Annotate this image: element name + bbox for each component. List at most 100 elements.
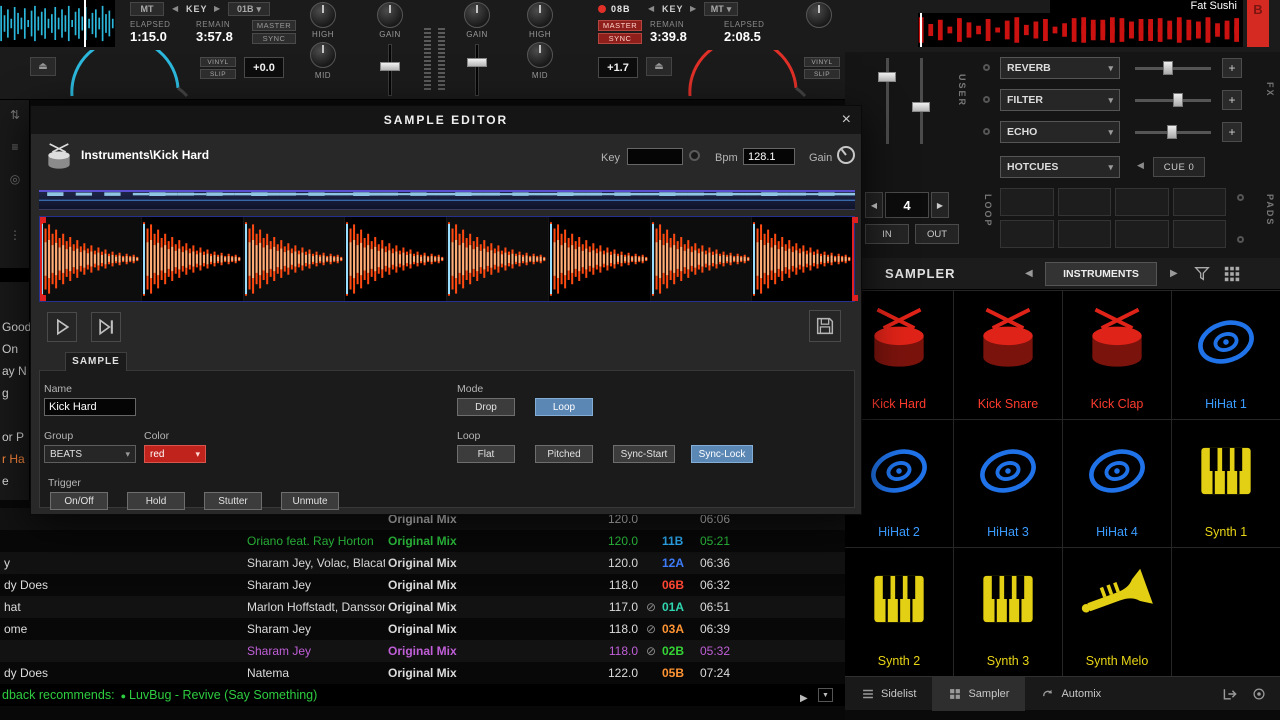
fx-filter-slider[interactable]	[1135, 93, 1211, 107]
fx-filter-add-button[interactable]: +	[1222, 90, 1242, 110]
grid-view-icon[interactable]	[1223, 265, 1241, 283]
play-button[interactable]	[47, 312, 77, 342]
deck-b-vinyl-button[interactable]: VINYL	[804, 57, 840, 67]
mode-loop-button[interactable]: Loop	[535, 398, 593, 416]
deck-a-master-button[interactable]: MASTER	[252, 20, 296, 31]
fx-3-led[interactable]	[983, 128, 990, 135]
fx-slot-echo-select[interactable]: ECHO▾	[1000, 121, 1120, 143]
key-knob[interactable]	[689, 150, 700, 161]
gain-knob-b[interactable]	[464, 2, 490, 28]
sample-pad-kick-clap[interactable]: Kick Clap	[1063, 291, 1171, 419]
sample-pad-hihat-1[interactable]: HiHat 1	[1172, 291, 1280, 419]
track-title-fragment[interactable]: On	[2, 338, 30, 360]
deck-a-pitch-display[interactable]: +0.0	[244, 57, 284, 78]
deck-b-jogwheel[interactable]	[676, 50, 811, 98]
sample-pad-hihat-4[interactable]: HiHat 4	[1063, 420, 1171, 548]
pads-led-2[interactable]	[1237, 236, 1244, 243]
fx-echo-add-button[interactable]: +	[1222, 122, 1242, 142]
track-title-fragment[interactable]: e	[2, 470, 30, 492]
tab-automix[interactable]: Automix	[1025, 677, 1117, 711]
more-dots-icon[interactable]: ⋮	[0, 228, 30, 242]
user-panel-label[interactable]: USER	[957, 74, 967, 107]
key-input[interactable]	[627, 148, 683, 165]
deck-b-waveform[interactable]	[918, 13, 1243, 47]
table-row[interactable]: Oriano feat. Ray HortonOriginal Mix120.0…	[0, 530, 845, 552]
fx-slot-reverb-select[interactable]: REVERB▾	[1000, 57, 1120, 79]
deck-b-select-button[interactable]: B	[1247, 0, 1269, 47]
loop-out-button[interactable]: OUT	[915, 224, 959, 244]
mode-drop-button[interactable]: Drop	[457, 398, 515, 416]
fx-2-led[interactable]	[983, 96, 990, 103]
deck-fader-1-handle[interactable]	[878, 72, 896, 82]
loop-in-button[interactable]: IN	[865, 224, 909, 244]
loop-flat-button[interactable]: Flat	[457, 445, 515, 463]
color-select[interactable]: red▾	[144, 445, 206, 463]
deck-a-key-right-icon[interactable]: ▶	[214, 2, 220, 16]
pads-led-1[interactable]	[1237, 194, 1244, 201]
fx-slot-filter-select[interactable]: FILTER▾	[1000, 89, 1120, 111]
cue-prev-icon[interactable]: ◀	[1137, 160, 1144, 171]
pad-button[interactable]	[1058, 188, 1112, 216]
deck-b-eject-button[interactable]: ⏏	[646, 57, 672, 76]
loop-half-button[interactable]: ◀	[865, 192, 883, 218]
eq-mid-knob-b[interactable]	[527, 42, 553, 68]
deck-a-slip-button[interactable]: SLIP	[200, 69, 236, 79]
skip-end-button[interactable]	[91, 312, 121, 342]
pad-button[interactable]	[1000, 220, 1054, 248]
deck-a-jogwheel[interactable]	[58, 50, 193, 98]
deck-fader-2[interactable]	[911, 58, 931, 144]
target-icon[interactable]: ◎	[0, 172, 30, 186]
sort-updown-icon[interactable]: ⇅	[0, 108, 30, 122]
pad-button[interactable]	[1173, 188, 1227, 216]
pad-button[interactable]	[1115, 188, 1169, 216]
gain-knob-a[interactable]	[377, 2, 403, 28]
fx-reverb-add-button[interactable]: +	[1222, 58, 1242, 78]
bank-prev-icon[interactable]: ◀	[1025, 268, 1033, 279]
loop-out-marker[interactable]	[852, 217, 854, 301]
sample-pad-empty[interactable]	[1172, 548, 1280, 676]
table-row[interactable]: hatMarlon Hoffstadt, DanssonOriginal Mix…	[0, 596, 845, 618]
volume-fader-b[interactable]	[475, 44, 479, 96]
bpm-input[interactable]: 128.1	[743, 148, 795, 165]
fx-reverb-slider-handle[interactable]	[1163, 61, 1173, 75]
track-title-fragment[interactable]: g	[2, 382, 30, 404]
fx-1-led[interactable]	[983, 64, 990, 71]
pad-button[interactable]	[1058, 220, 1112, 248]
table-row[interactable]: omeSharam JeyOriginal Mix118.0⊘03A06:39	[0, 618, 845, 640]
list-menu-icon[interactable]: ≡	[0, 140, 30, 154]
sample-waveform[interactable]	[39, 216, 855, 302]
tab-sample[interactable]: SAMPLE	[65, 352, 127, 371]
deck-b-key-left-icon[interactable]: ◀	[648, 2, 654, 16]
deck-a-sync-button[interactable]: SYNC	[252, 33, 296, 44]
table-row-selected[interactable]: Sharam JeyOriginal Mix118.0⊘02B05:32	[0, 640, 845, 662]
eq-high-knob-a[interactable]	[310, 2, 336, 28]
loop-size-display[interactable]: 4	[885, 192, 929, 218]
sample-pad-hihat-3[interactable]: HiHat 3	[954, 420, 1062, 548]
volume-fader-a-handle[interactable]	[380, 62, 400, 71]
deck-b-sync-button[interactable]: SYNC	[598, 33, 642, 44]
deck-a-eject-button[interactable]: ⏏	[30, 57, 56, 76]
table-row[interactable]: ySharam Jey, Volac, BlacatOriginal Mix12…	[0, 552, 845, 574]
sample-pad-synth-2[interactable]: Synth 2	[845, 548, 953, 676]
pad-button[interactable]	[1115, 220, 1169, 248]
trigger-onoff-button[interactable]: On/Off	[50, 492, 108, 510]
fx-echo-slider[interactable]	[1135, 125, 1211, 139]
sampler-bank-select[interactable]: INSTRUMENTS	[1045, 262, 1157, 286]
expand-caret-icon[interactable]: ▼	[818, 688, 833, 702]
deck-b-mt-button[interactable]: MT▾	[704, 2, 738, 16]
loop-in-marker[interactable]	[40, 217, 42, 301]
deck-fader-1[interactable]	[877, 58, 897, 144]
waveform-overview[interactable]	[39, 190, 855, 210]
recommendation-track[interactable]: LuvBug - Revive (Say Something)	[129, 688, 317, 702]
dialog-titlebar[interactable]: SAMPLE EDITOR ×	[31, 106, 861, 134]
bank-next-icon[interactable]: ▶	[1170, 268, 1178, 279]
fx-filter-slider-handle[interactable]	[1173, 93, 1183, 107]
cue-0-button[interactable]: CUE 0	[1153, 157, 1205, 177]
hotcues-select[interactable]: HOTCUES▾	[1000, 156, 1120, 178]
deck-fader-2-handle[interactable]	[912, 102, 930, 112]
sample-pad-synth-1[interactable]: Synth 1	[1172, 420, 1280, 548]
loop-pitched-button[interactable]: Pitched	[535, 445, 593, 463]
track-title-fragment[interactable]: Good	[2, 316, 30, 338]
trigger-unmute-button[interactable]: Unmute	[281, 492, 339, 510]
eq-mid-knob-a[interactable]	[310, 42, 336, 68]
